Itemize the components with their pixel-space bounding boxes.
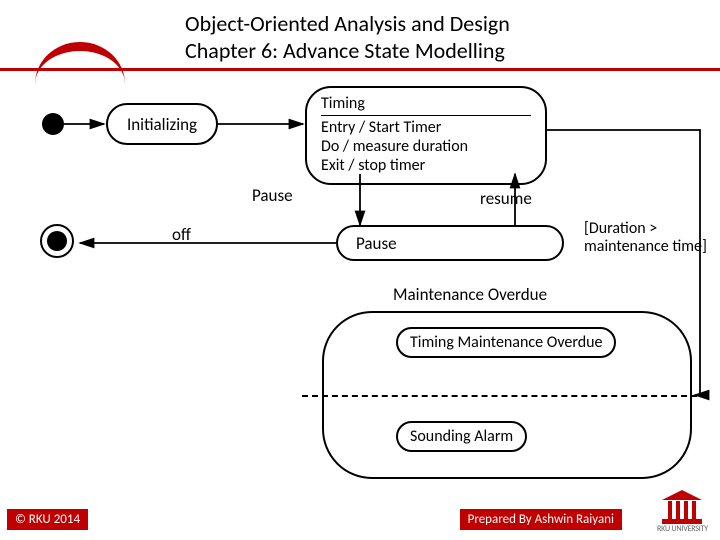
substate-sounding-alarm: Sounding Alarm <box>396 421 527 452</box>
substate-timing-overdue: Timing Maintenance Overdue <box>396 327 616 358</box>
state-pause-label: Pause <box>356 233 397 254</box>
transition-pause-top: Pause <box>252 185 293 206</box>
final-state-inner <box>47 231 67 251</box>
page-title: Object-Oriented Analysis and Design Chap… <box>185 10 510 64</box>
timing-title: Timing <box>321 94 531 116</box>
timing-do: Do / measure duration <box>321 137 531 156</box>
final-state-icon <box>40 224 74 258</box>
transition-resume: resume <box>480 188 532 209</box>
state-timing: Timing Entry / Start Timer Do / measure … <box>305 86 547 185</box>
footer-copyright: © RKU 2014 <box>7 509 88 530</box>
region-divider <box>302 395 707 397</box>
title-line1: Object-Oriented Analysis and Design <box>185 10 510 37</box>
state-initializing-label: Initializing <box>127 114 197 135</box>
timing-entry: Entry / Start Timer <box>321 118 531 137</box>
university-logo: RKU UNIVERSITY <box>657 490 708 534</box>
header-arc-icon <box>35 42 125 102</box>
composite-label: Maintenance Overdue <box>393 284 547 305</box>
state-initializing: Initializing <box>106 103 218 145</box>
transition-guard: [Duration > maintenance time] <box>584 220 720 257</box>
footer-author: Prepared By Ashwin Raiyani <box>460 509 622 530</box>
title-line2: Chapter 6: Advance State Modelling <box>185 37 510 64</box>
timing-exit: Exit / stop timer <box>321 156 531 175</box>
transition-off: off <box>172 224 191 245</box>
initial-state-dot <box>42 113 64 135</box>
logo-text: RKU UNIVERSITY <box>657 524 708 534</box>
state-pause: Pause <box>336 225 564 261</box>
